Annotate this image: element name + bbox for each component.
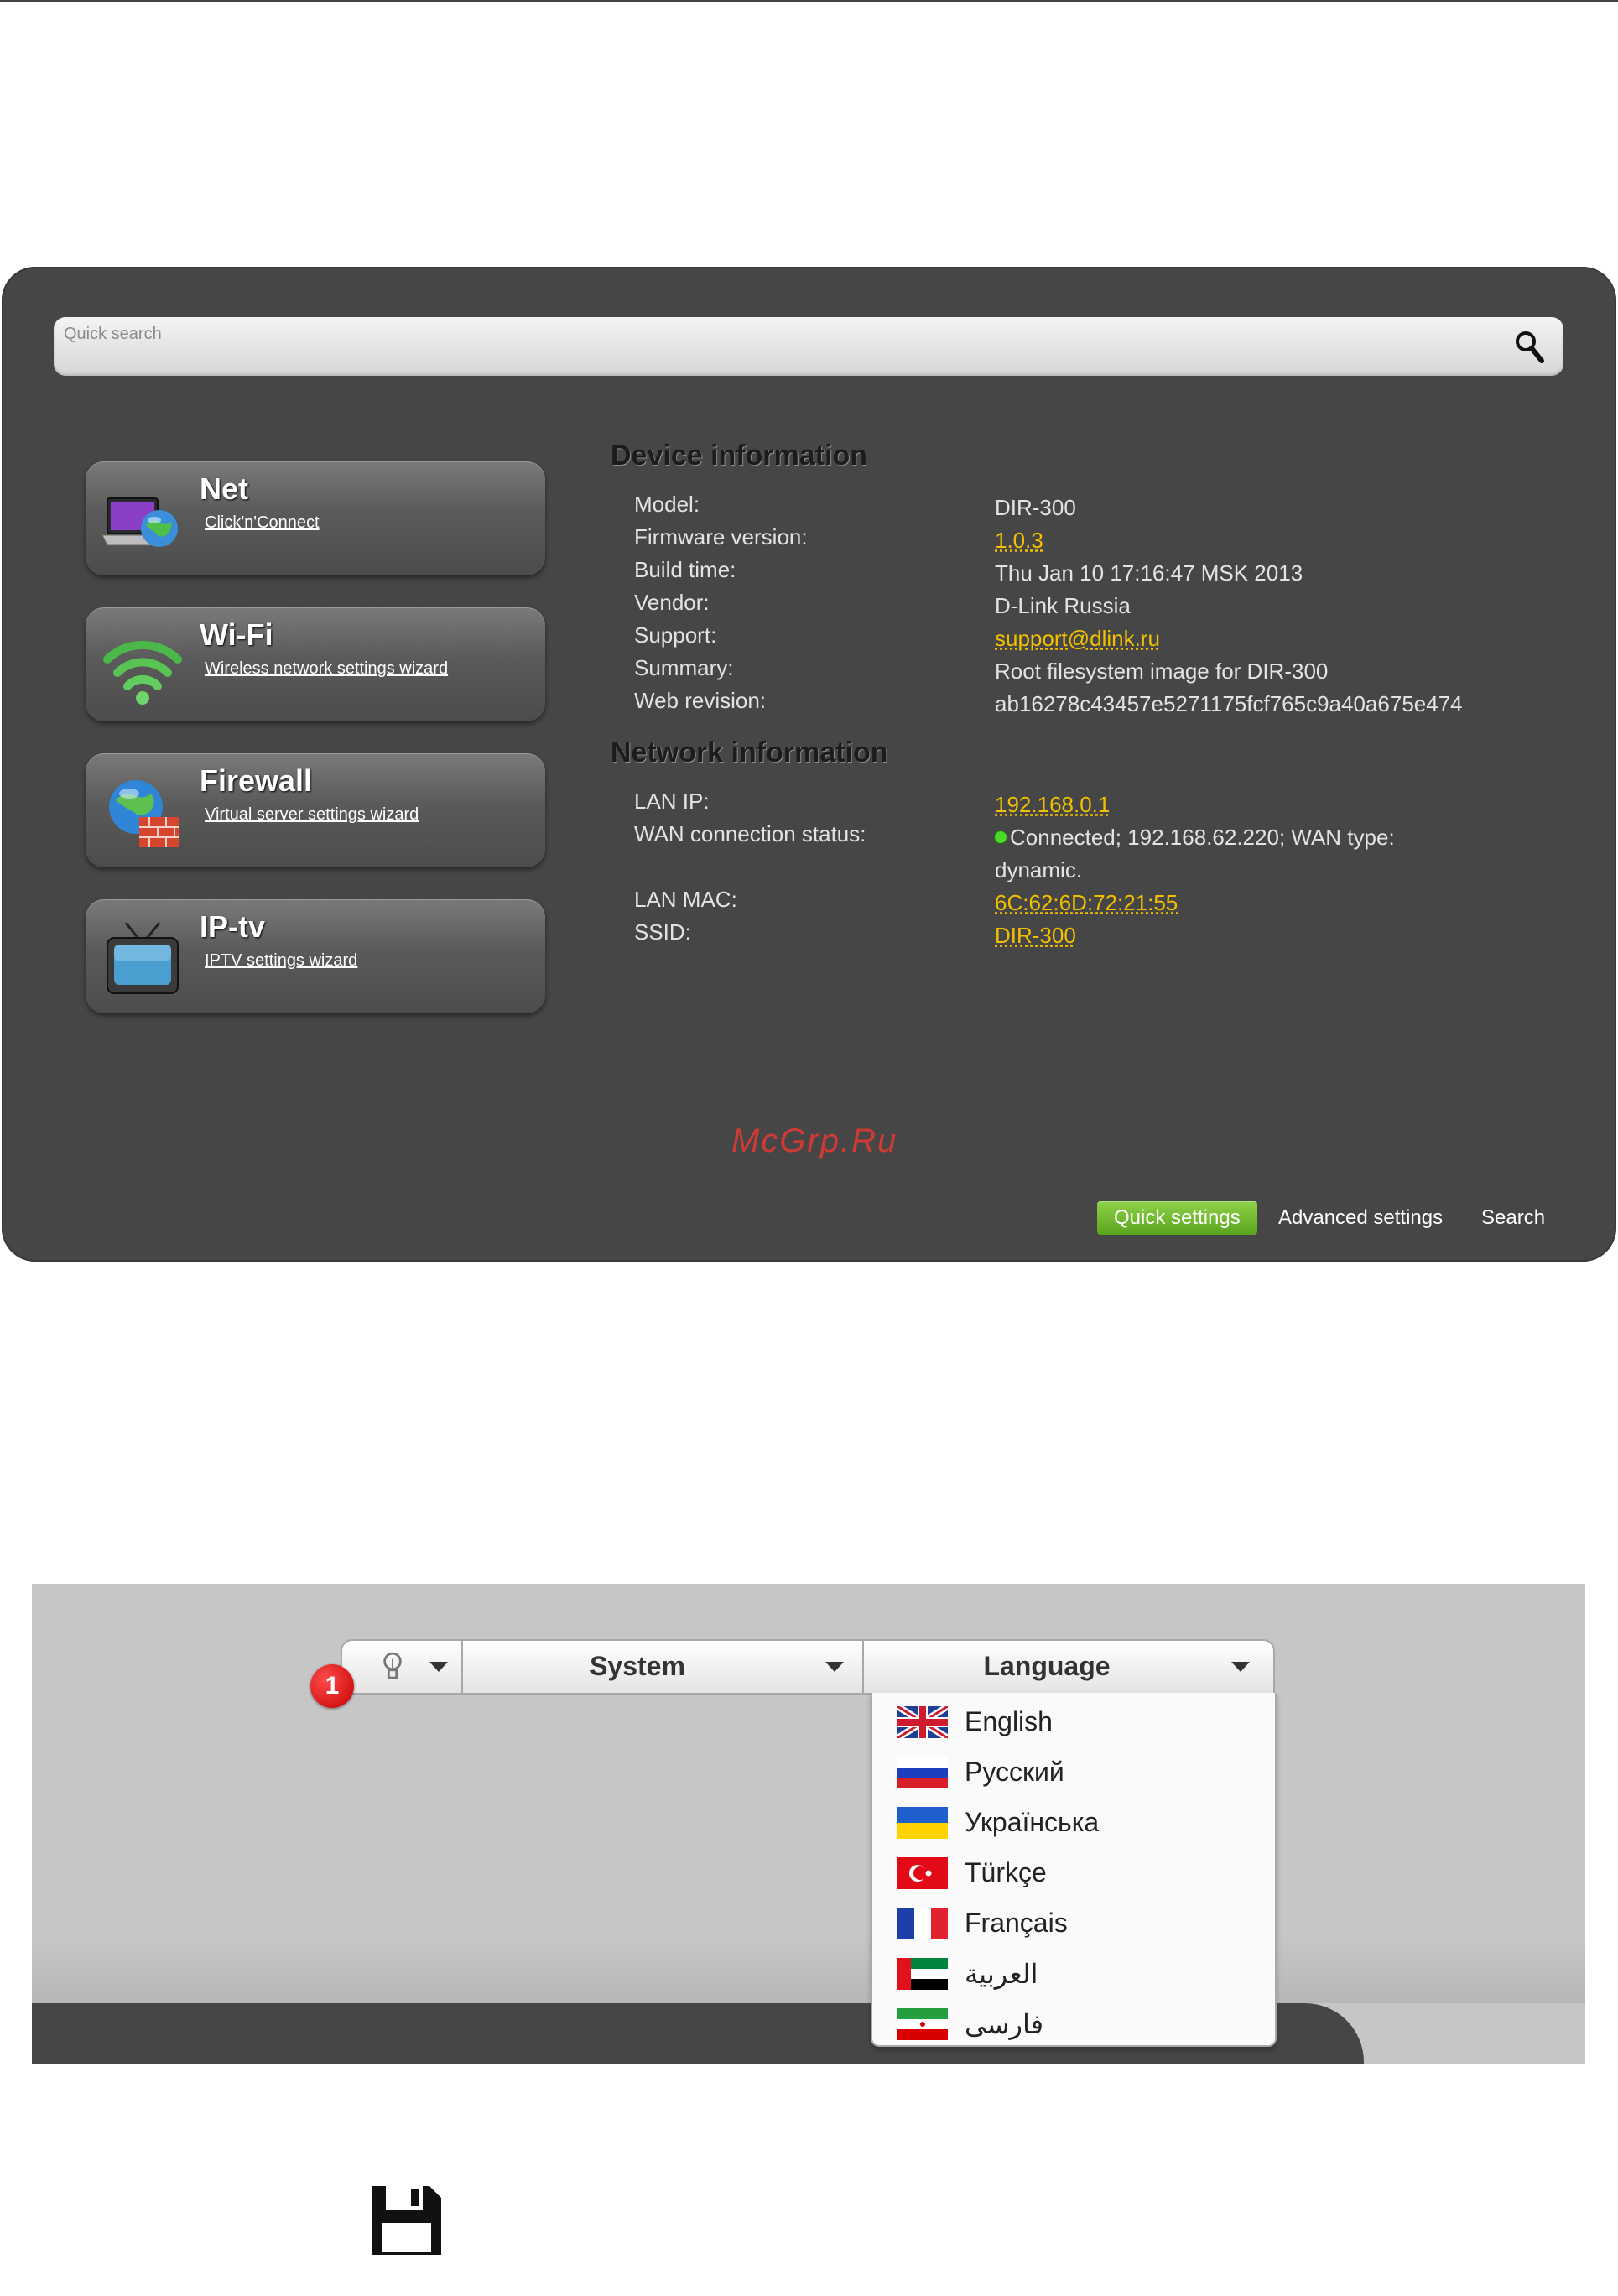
info-label: Build time:	[634, 557, 736, 582]
language-menu-screenshot: System Language 1 English Русский Україн…	[32, 1584, 1585, 2064]
web-revision-value: ab16278c43457e5271175fcf765c9a40a675e474	[995, 691, 1463, 716]
tile-wifi-link[interactable]: Wireless network settings wizard	[205, 659, 448, 679]
chevron-down-icon	[429, 1662, 448, 1672]
network-info-title: Network information	[611, 737, 888, 768]
quick-search-input[interactable]	[62, 320, 1491, 347]
tile-net[interactable]: Net Click'n'Connect	[86, 461, 545, 575]
info-label: LAN IP:	[634, 789, 710, 814]
search-icon[interactable]	[1513, 329, 1547, 366]
vendor-value: D-Link Russia	[995, 593, 1131, 618]
language-label: Français	[965, 1908, 1068, 1938]
language-option-arabic[interactable]: العربية	[872, 1948, 1275, 1998]
tile-firewall[interactable]: Firewall Virtual server settings wizard	[86, 753, 545, 867]
language-label: Türkçe	[965, 1857, 1047, 1887]
language-option-french[interactable]: Français	[872, 1898, 1275, 1948]
language-option-english[interactable]: English	[872, 1696, 1275, 1747]
tile-firewall-link[interactable]: Virtual server settings wizard	[205, 805, 419, 825]
lan-mac-link[interactable]: 6C:62:6D:72:21:55	[995, 887, 1178, 919]
language-option-turkish[interactable]: Türkçe	[872, 1847, 1275, 1898]
firewall-globe-icon	[109, 780, 179, 847]
callout-badge: 1	[310, 1664, 354, 1708]
turkey-flag-icon	[897, 1857, 948, 1889]
language-label: فارسی	[965, 2009, 1043, 2039]
info-label: SSID:	[634, 919, 691, 945]
language-menu-label: Language	[983, 1651, 1111, 1681]
france-flag-icon	[897, 1908, 948, 1939]
system-menu-label: System	[590, 1651, 685, 1681]
info-label: Vendor:	[634, 590, 710, 615]
lan-ip-link[interactable]: 192.168.0.1	[995, 789, 1110, 821]
tile-iptv-link[interactable]: IPTV settings wizard	[205, 951, 357, 971]
advanced-settings-button[interactable]: Advanced settings	[1278, 1201, 1443, 1235]
info-row-vendor: Vendor: D-Link Russia	[634, 590, 1582, 623]
info-row-build-time: Build time: Thu Jan 10 17:16:47 MSK 2013	[634, 557, 1582, 591]
info-label: WAN connection status:	[634, 821, 866, 846]
language-label: English	[965, 1706, 1053, 1736]
system-menu[interactable]: System	[461, 1641, 864, 1693]
quick-search-bar	[54, 317, 1563, 376]
language-label: Русский	[965, 1757, 1064, 1787]
russia-flag-icon	[897, 1757, 948, 1788]
tile-net-link[interactable]: Click'n'Connect	[205, 513, 320, 533]
language-menu[interactable]: Language	[862, 1641, 1272, 1693]
tile-iptv[interactable]: IP-tv IPTV settings wizard	[86, 899, 545, 1013]
language-label: Українська	[965, 1807, 1100, 1837]
ssid-link[interactable]: DIR-300	[995, 919, 1076, 952]
quick-settings-button[interactable]: Quick settings	[1097, 1201, 1257, 1235]
info-row-firmware: Firmware version: 1.0.3	[634, 524, 1582, 558]
info-label: Summary:	[634, 655, 734, 680]
ukraine-flag-icon	[897, 1807, 948, 1839]
router-dashboard-panel: Net Click'n'Connect Wi-Fi Wireless netwo…	[2, 267, 1616, 1262]
tile-firewall-title: Firewall	[200, 763, 313, 798]
tile-iptv-title: IP-tv	[200, 909, 266, 944]
info-row-lan-mac: LAN MAC: 6C:62:6D:72:21:55	[634, 887, 1582, 920]
language-option-russian[interactable]: Русский	[872, 1747, 1275, 1797]
lightbulb-icon	[383, 1652, 402, 1679]
search-button[interactable]: Search	[1481, 1201, 1545, 1235]
info-row-summary: Summary: Root filesystem image for DIR-3…	[634, 655, 1582, 689]
support-email-link[interactable]: support@dlink.ru	[995, 622, 1160, 655]
info-label: Web revision:	[634, 688, 767, 713]
model-value: DIR-300	[995, 495, 1076, 520]
chevron-down-icon	[825, 1662, 844, 1672]
hints-menu[interactable]	[342, 1641, 463, 1693]
wan-status-text: Connected; 192.168.62.220; WAN type: dyn…	[995, 825, 1395, 882]
info-row-lan-ip: LAN IP: 192.168.0.1	[634, 789, 1582, 822]
info-row-support: Support: support@dlink.ru	[634, 622, 1582, 656]
language-label: العربية	[965, 1959, 1038, 1989]
language-option-farsi[interactable]: فارسی	[872, 1998, 1275, 2049]
watermark: McGrp.Ru	[731, 1122, 898, 1159]
info-label: LAN MAC:	[634, 887, 737, 912]
tv-icon	[107, 922, 179, 994]
net-globe-laptop-icon	[101, 497, 178, 547]
info-row-model: Model: DIR-300	[634, 492, 1582, 525]
shot-background-band	[32, 1936, 1585, 2003]
info-label: Model:	[634, 492, 700, 517]
info-row-web-revision: Web revision: ab16278c43457e5271175fcf76…	[634, 688, 1582, 721]
uae-flag-icon	[897, 1958, 948, 1990]
wan-status-value: Connected; 192.168.62.220; WAN type: dyn…	[995, 821, 1465, 887]
info-row-ssid: SSID: DIR-300	[634, 919, 1582, 953]
connected-status-icon	[995, 831, 1007, 843]
page-top-rule	[0, 0, 1618, 2]
tile-wifi-title: Wi-Fi	[200, 617, 273, 652]
uk-flag-icon	[897, 1706, 948, 1738]
save-icon	[372, 2186, 441, 2255]
top-menu-bar: System Language	[341, 1639, 1275, 1695]
language-dropdown: English Русский Українська Türkçe França…	[871, 1693, 1277, 2047]
info-row-wan-status: WAN connection status: Connected; 192.16…	[634, 821, 1582, 888]
info-label: Firmware version:	[634, 524, 808, 549]
tile-wifi[interactable]: Wi-Fi Wireless network settings wizard	[86, 607, 545, 721]
device-info-title: Device information	[611, 440, 868, 471]
wifi-signal-icon	[103, 640, 182, 705]
firmware-version-link[interactable]: 1.0.3	[995, 524, 1043, 557]
language-option-ukrainian[interactable]: Українська	[872, 1797, 1275, 1847]
info-label: Support:	[634, 622, 717, 648]
chevron-down-icon	[1231, 1662, 1250, 1672]
iran-flag-icon	[897, 2008, 948, 2040]
build-time-value: Thu Jan 10 17:16:47 MSK 2013	[995, 560, 1303, 586]
summary-value: Root filesystem image for DIR-300	[995, 659, 1329, 684]
tile-net-title: Net	[200, 471, 249, 506]
